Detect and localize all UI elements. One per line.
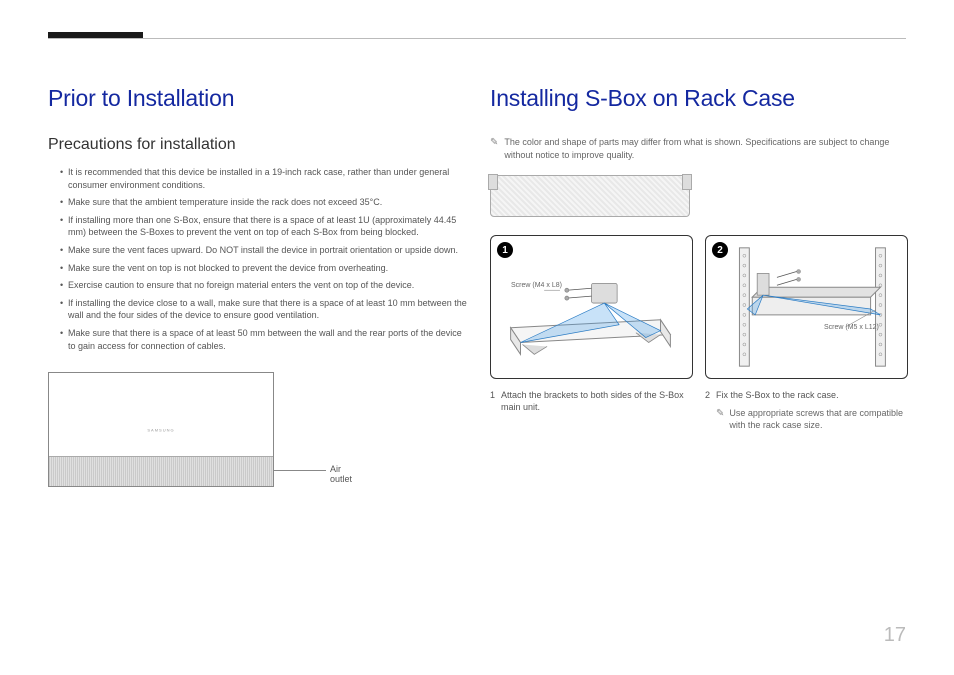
heading-installing: Installing S-Box on Rack Case — [490, 85, 908, 112]
precaution-item: If installing more than one S-Box, ensur… — [60, 214, 468, 239]
right-column: Installing S-Box on Rack Case ✎ The colo… — [490, 85, 908, 432]
precaution-item: Make sure the vent on top is not blocked… — [60, 262, 468, 275]
screw-label-2: Screw (M5 x L12) — [824, 324, 879, 332]
screw-label-1: Screw (M4 x L8) — [511, 282, 562, 290]
step1-svg — [491, 236, 692, 378]
air-outlet-label: Air outlet — [330, 464, 352, 484]
device-outline: SAMSUNG — [48, 372, 274, 487]
steps-figures: 1 Screw (M4 — [490, 235, 908, 379]
page-number: 17 — [884, 624, 906, 647]
steps-captions: 1 Attach the brackets to both sides of t… — [490, 389, 908, 431]
step-1-figure: 1 Screw (M4 — [490, 235, 693, 379]
caption-num-2: 2 — [705, 389, 710, 431]
precaution-item: Exercise caution to ensure that no forei… — [60, 279, 468, 292]
leader-line — [274, 470, 326, 471]
caption-text-2: Fix the S-Box to the rack case. — [716, 389, 908, 401]
left-column: Prior to Installation Precautions for in… — [48, 85, 468, 487]
step-2-figure: 2 — [705, 235, 908, 379]
step2-svg — [706, 236, 907, 378]
caption-text-1: Attach the brackets to both sides of the… — [501, 389, 693, 431]
device-figure: SAMSUNG Air outlet — [48, 372, 333, 487]
precaution-item: If installing the device close to a wall… — [60, 297, 468, 322]
caption-num-1: 1 — [490, 389, 495, 431]
section-marker — [48, 32, 143, 38]
step-2-caption: 2 Fix the S-Box to the rack case. ✎ Use … — [705, 389, 908, 431]
heading-prior: Prior to Installation — [48, 85, 468, 112]
top-rule — [48, 38, 906, 39]
subnote-text: Use appropriate screws that are compatib… — [729, 407, 908, 431]
precaution-item: Make sure that the ambient temperature i… — [60, 196, 468, 209]
rack-top-figure — [490, 175, 690, 217]
note-block: ✎ The color and shape of parts may diffe… — [490, 136, 908, 161]
precautions-list: It is recommended that this device be in… — [48, 166, 468, 352]
step-2-subnote: ✎ Use appropriate screws that are compat… — [716, 407, 908, 431]
vent-texture — [49, 456, 273, 486]
note-text: The color and shape of parts may differ … — [504, 136, 908, 161]
pencil-icon: ✎ — [490, 136, 498, 161]
pencil-icon: ✎ — [716, 407, 724, 431]
subheading-precautions: Precautions for installation — [48, 136, 468, 154]
precaution-item: Make sure the vent faces upward. Do NOT … — [60, 244, 468, 257]
precaution-item: It is recommended that this device be in… — [60, 166, 468, 191]
precaution-item: Make sure that there is a space of at le… — [60, 327, 468, 352]
step-1-caption: 1 Attach the brackets to both sides of t… — [490, 389, 693, 431]
brand-logo: SAMSUNG — [147, 427, 174, 432]
